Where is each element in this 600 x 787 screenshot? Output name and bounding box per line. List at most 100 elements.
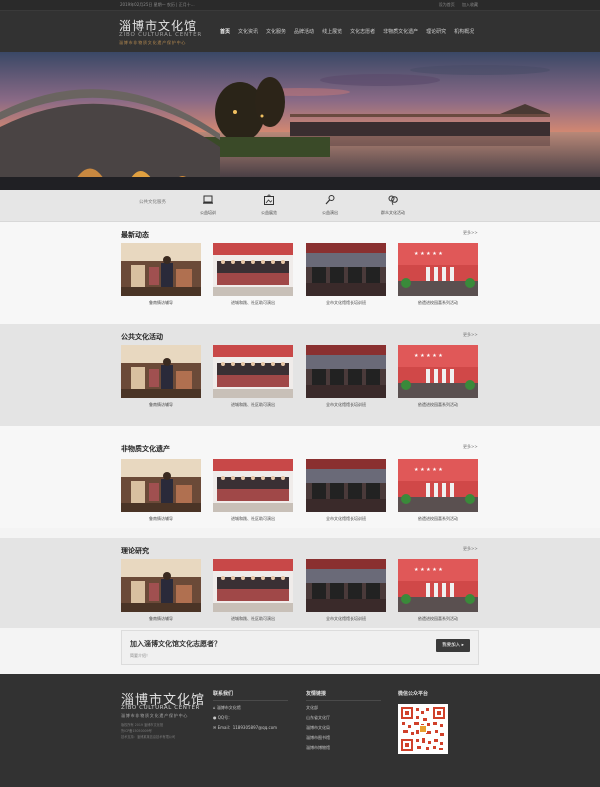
more-link[interactable]: 更多>> xyxy=(463,444,478,450)
more-link[interactable]: 更多>> xyxy=(463,332,478,338)
date-text: 2019年02月25日 星期一 农历 | 正月十... xyxy=(120,2,195,7)
service-performance-label: 公益演出 xyxy=(322,210,338,215)
icp-text: 鲁ICP备15050009号 xyxy=(121,729,152,733)
news-photo[interactable] xyxy=(213,559,293,612)
news-caption[interactable]: 全市文化馆馆长培训班 xyxy=(306,300,386,306)
news-caption[interactable]: 依遗进校园喜系列活动 xyxy=(398,516,478,522)
news-caption[interactable]: 鲁南情访辅导 xyxy=(121,616,201,622)
friend-link[interactable]: 山东省文化厅 xyxy=(306,715,330,721)
news-caption[interactable]: 全市文化馆馆长培训班 xyxy=(306,516,386,522)
services-bar: 公共文化服务 公益培训 公益展览 公益演出 群众文化活动 xyxy=(0,190,600,222)
news-card[interactable]: 进城和践、社区助可演出 xyxy=(213,459,293,522)
service-mass-activity[interactable]: 群众文化活动 xyxy=(373,194,413,216)
footer-logo-subtitle: 淄博市非物质文化遗产保护中心 xyxy=(121,713,189,718)
service-mass-activity-label: 群众文化活动 xyxy=(381,210,405,215)
news-photo[interactable] xyxy=(121,345,201,398)
friend-link[interactable]: 文化部 xyxy=(306,705,318,711)
nav-culture-news[interactable]: 文化资讯 xyxy=(238,28,258,35)
copyright-text: 版权所有 2019 淄博市文化馆 xyxy=(121,723,164,727)
people-icon xyxy=(388,195,398,206)
nav-online-exhibit[interactable]: 线上展览 xyxy=(322,28,342,35)
contact-qq: ● QQ号： xyxy=(213,715,233,720)
news-photo[interactable] xyxy=(213,459,293,512)
news-card[interactable]: 全市文化馆馆长培训班 xyxy=(306,345,386,408)
news-card[interactable]: 依遗进校园喜系列活动 xyxy=(398,345,478,408)
news-card[interactable]: 鲁南情访辅导 xyxy=(121,559,201,622)
news-caption[interactable]: 进城和践、社区助可演出 xyxy=(213,616,293,622)
main-nav: 首页 文化资讯 文化服务 品牌活动 线上展览 文化志愿者 非物质文化遗产 理论研… xyxy=(220,28,482,35)
section-title: 理论研究 xyxy=(121,547,149,555)
hero-banner xyxy=(0,52,600,190)
news-card[interactable]: 进城和践、社区助可演出 xyxy=(213,243,293,306)
news-caption[interactable]: 进城和践、社区助可演出 xyxy=(213,300,293,306)
services-label: 公共文化服务 xyxy=(139,200,166,205)
more-link[interactable]: 更多>> xyxy=(463,230,478,236)
friend-link[interactable]: 淄博市图书馆 xyxy=(306,735,330,741)
news-photo[interactable] xyxy=(121,243,201,296)
logo-english: ZIBO CULTURAL CENTER xyxy=(119,32,202,38)
news-card[interactable]: 鲁南情访辅导 xyxy=(121,243,201,306)
section-intangible-heritage: 非物质文化遗产 更多>> 鲁南情访辅导 进城和践、社区助可演出 全市文化馆馆长培… xyxy=(0,426,600,528)
more-link[interactable]: 更多>> xyxy=(463,546,478,552)
news-caption[interactable]: 全市文化馆馆长培训班 xyxy=(306,616,386,622)
set-homepage-link[interactable]: 设为首页 xyxy=(439,2,455,7)
links-title: 友情链接 xyxy=(306,691,327,697)
news-caption[interactable]: 全市文化馆馆长培训班 xyxy=(306,402,386,408)
frame-icon xyxy=(264,194,274,205)
news-photo[interactable] xyxy=(306,243,386,296)
news-card[interactable]: 鲁南情访辅导 xyxy=(121,459,201,522)
news-card[interactable]: 进城和践、社区助可演出 xyxy=(213,345,293,408)
footer-logo-english: ZIBO CULTURAL CENTER xyxy=(121,705,200,711)
news-caption[interactable]: 鲁南情访辅导 xyxy=(121,516,201,522)
friend-link[interactable]: 淄博市文化局 xyxy=(306,725,330,731)
news-card[interactable]: 鲁南情访辅导 xyxy=(121,345,201,408)
news-photo[interactable] xyxy=(398,559,478,612)
news-photo[interactable] xyxy=(121,459,201,512)
service-exhibition[interactable]: 公益展览 xyxy=(249,194,289,216)
news-caption[interactable]: 鲁南情访辅导 xyxy=(121,402,201,408)
add-favorite-link[interactable]: 加入收藏 xyxy=(462,2,478,7)
nav-volunteer[interactable]: 文化志愿者 xyxy=(350,28,375,35)
news-photo[interactable] xyxy=(213,345,293,398)
nav-home[interactable]: 首页 xyxy=(220,28,230,35)
news-card[interactable]: 全市文化馆馆长培训班 xyxy=(306,459,386,522)
news-card[interactable]: 全市文化馆馆长培训班 xyxy=(306,243,386,306)
service-training-label: 公益培训 xyxy=(200,210,216,215)
news-photo[interactable] xyxy=(306,459,386,512)
news-caption[interactable]: 依遗进校园喜系列活动 xyxy=(398,616,478,622)
contact-org: ⌂ 淄博市文化馆 xyxy=(213,705,241,710)
divider xyxy=(213,700,288,701)
nav-heritage[interactable]: 非物质文化遗产 xyxy=(383,28,418,35)
news-card[interactable]: 进城和践、社区助可演出 xyxy=(213,559,293,622)
section-latest-news: 最新动态 更多>> 鲁南情访辅导 进城和践、社区助可演出 全市文化馆馆长培训班 … xyxy=(0,222,600,324)
news-photo[interactable] xyxy=(213,243,293,296)
section-title: 公共文化活动 xyxy=(121,333,163,341)
news-card[interactable]: 依遗进校园喜系列活动 xyxy=(398,243,478,306)
nav-brand-activity[interactable]: 品牌活动 xyxy=(294,28,314,35)
friend-link[interactable]: 淄博市博物馆 xyxy=(306,745,330,751)
news-caption[interactable]: 依遗进校园喜系列活动 xyxy=(398,300,478,306)
news-card[interactable]: 全市文化馆馆长培训班 xyxy=(306,559,386,622)
news-photo[interactable] xyxy=(398,243,478,296)
news-photo[interactable] xyxy=(121,559,201,612)
news-card[interactable]: 依遗进校园喜系列活动 xyxy=(398,559,478,622)
join-button[interactable]: 我要加入 ▸ xyxy=(436,639,470,652)
news-photo[interactable] xyxy=(398,459,478,512)
nav-culture-service[interactable]: 文化服务 xyxy=(266,28,286,35)
nav-about[interactable]: 机构概况 xyxy=(454,28,474,35)
news-caption[interactable]: 进城和践、社区助可演出 xyxy=(213,402,293,408)
service-training[interactable]: 公益培训 xyxy=(188,194,228,216)
news-photo[interactable] xyxy=(306,559,386,612)
news-caption[interactable]: 鲁南情访辅导 xyxy=(121,300,201,306)
logo-subtitle: 淄博市非物质文化遗产保护中心 xyxy=(119,40,187,45)
volunteer-callout: 加入淄博文化馆文化志愿者？ 简要介绍！ 我要加入 ▸ xyxy=(121,630,479,665)
news-photo[interactable] xyxy=(306,345,386,398)
news-card[interactable]: 依遗进校园喜系列活动 xyxy=(398,459,478,522)
news-photo[interactable] xyxy=(398,345,478,398)
news-caption[interactable]: 依遗进校园喜系列活动 xyxy=(398,402,478,408)
news-caption[interactable]: 进城和践、社区助可演出 xyxy=(213,516,293,522)
service-performance[interactable]: 公益演出 xyxy=(310,194,350,216)
nav-research[interactable]: 理论研究 xyxy=(426,28,446,35)
top-bar: 2019年02月25日 星期一 农历 | 正月十... 设为首页 加入收藏 xyxy=(0,0,600,11)
section-title: 非物质文化遗产 xyxy=(121,445,170,453)
